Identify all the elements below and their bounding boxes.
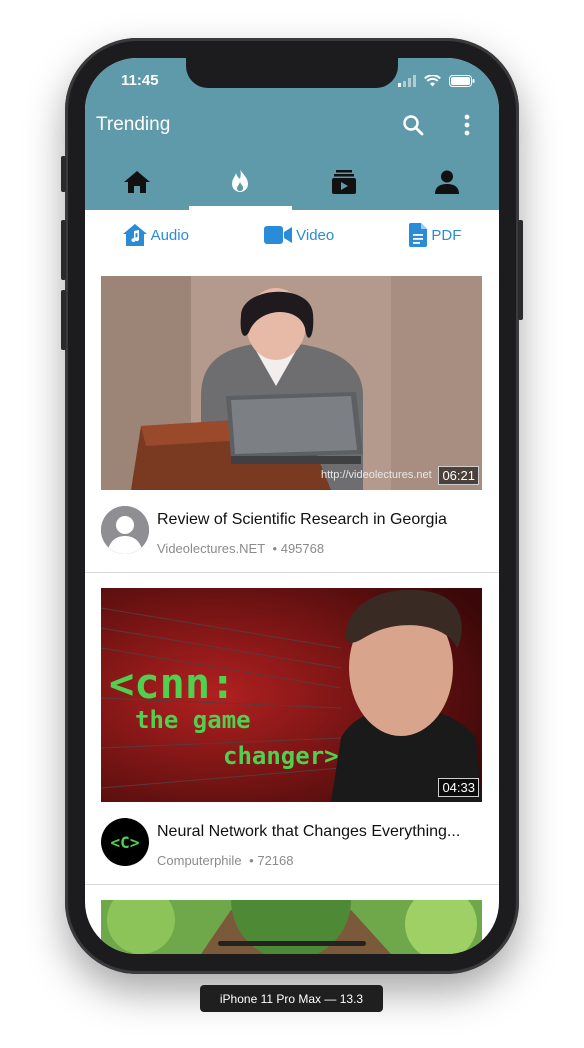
divider xyxy=(85,572,499,573)
video-thumbnail[interactable]: <cnn: the game changer> 04:33 xyxy=(101,588,482,802)
filter-audio-label: Audio xyxy=(150,226,189,244)
status-icons xyxy=(398,74,475,92)
device-power-button xyxy=(518,220,523,320)
tab-bar xyxy=(85,154,499,210)
video-card[interactable]: <cnn: the game changer> 04:33 <C> Neural… xyxy=(85,588,499,884)
video-duration: 06:21 xyxy=(438,466,479,485)
video-title[interactable]: Review of Scientific Research in Georgia xyxy=(157,511,447,529)
pdf-file-icon xyxy=(409,223,428,247)
fire-icon xyxy=(232,169,249,192)
device-volume-down xyxy=(61,290,66,350)
wifi-icon xyxy=(424,74,441,92)
video-meta: Videolectures.NET • 495768 xyxy=(157,541,324,556)
tab-subscriptions[interactable] xyxy=(292,154,396,210)
default-avatar-icon xyxy=(101,506,149,554)
channel-avatar[interactable] xyxy=(101,506,149,554)
person-icon xyxy=(435,170,460,194)
video-meta: Computerphile • 72168 xyxy=(157,853,294,868)
video-title[interactable]: Neural Network that Changes Everything..… xyxy=(157,823,460,841)
media-filter-row: Audio Video PDF xyxy=(85,210,499,260)
filter-pdf[interactable]: PDF xyxy=(409,223,461,247)
device-label: iPhone 11 Pro Max — 13.3 xyxy=(200,985,383,1012)
thumbnail-text-line: <cnn: xyxy=(109,659,235,708)
thumbnail-text-line: the game xyxy=(135,706,251,734)
more-options-button[interactable] xyxy=(452,110,482,140)
cnn-thumbnail-image: <cnn: the game changer> xyxy=(101,588,482,802)
channel-name[interactable]: Computerphile xyxy=(157,853,242,868)
tab-account[interactable] xyxy=(396,154,500,210)
lecture-thumbnail-image: http://videolectures.net xyxy=(101,276,482,490)
more-vert-icon xyxy=(464,114,470,136)
divider xyxy=(85,884,499,885)
home-indicator[interactable] xyxy=(218,941,366,946)
filter-audio[interactable]: Audio xyxy=(122,223,189,247)
filter-video-label: Video xyxy=(296,226,335,244)
view-count: • 495768 xyxy=(272,541,325,556)
tab-trending[interactable] xyxy=(188,154,293,210)
video-camera-icon xyxy=(264,226,293,244)
signal-icon xyxy=(398,74,416,92)
search-icon xyxy=(403,115,424,136)
device-mute-switch xyxy=(61,156,66,192)
screen: 11:45 Trending Audio Video PDF http://vi… xyxy=(85,58,499,954)
filter-pdf-label: PDF xyxy=(431,226,462,244)
battery-icon xyxy=(449,74,475,92)
channel-avatar-text: <C> xyxy=(110,832,140,852)
subscriptions-icon xyxy=(331,170,356,194)
channel-avatar[interactable]: <C> xyxy=(101,818,149,866)
video-card[interactable]: http://videolectures.net 06:21 Review of… xyxy=(85,276,499,572)
thumbnail-watermark: http://videolectures.net xyxy=(321,469,432,481)
home-icon xyxy=(123,171,150,193)
view-count: • 72168 xyxy=(249,853,294,868)
device-notch xyxy=(186,58,398,88)
video-duration: 04:33 xyxy=(438,778,479,797)
video-thumbnail[interactable]: http://videolectures.net 06:21 xyxy=(101,276,482,490)
status-time: 11:45 xyxy=(121,72,159,89)
audio-house-icon xyxy=(122,224,147,246)
thumbnail-text-line: changer> xyxy=(223,742,339,770)
search-button[interactable] xyxy=(398,110,428,140)
filter-video[interactable]: Video xyxy=(264,226,334,244)
channel-name[interactable]: Videolectures.NET xyxy=(157,541,265,556)
page-title: Trending xyxy=(96,114,171,135)
device-volume-up xyxy=(61,220,66,280)
tab-home[interactable] xyxy=(85,154,189,210)
